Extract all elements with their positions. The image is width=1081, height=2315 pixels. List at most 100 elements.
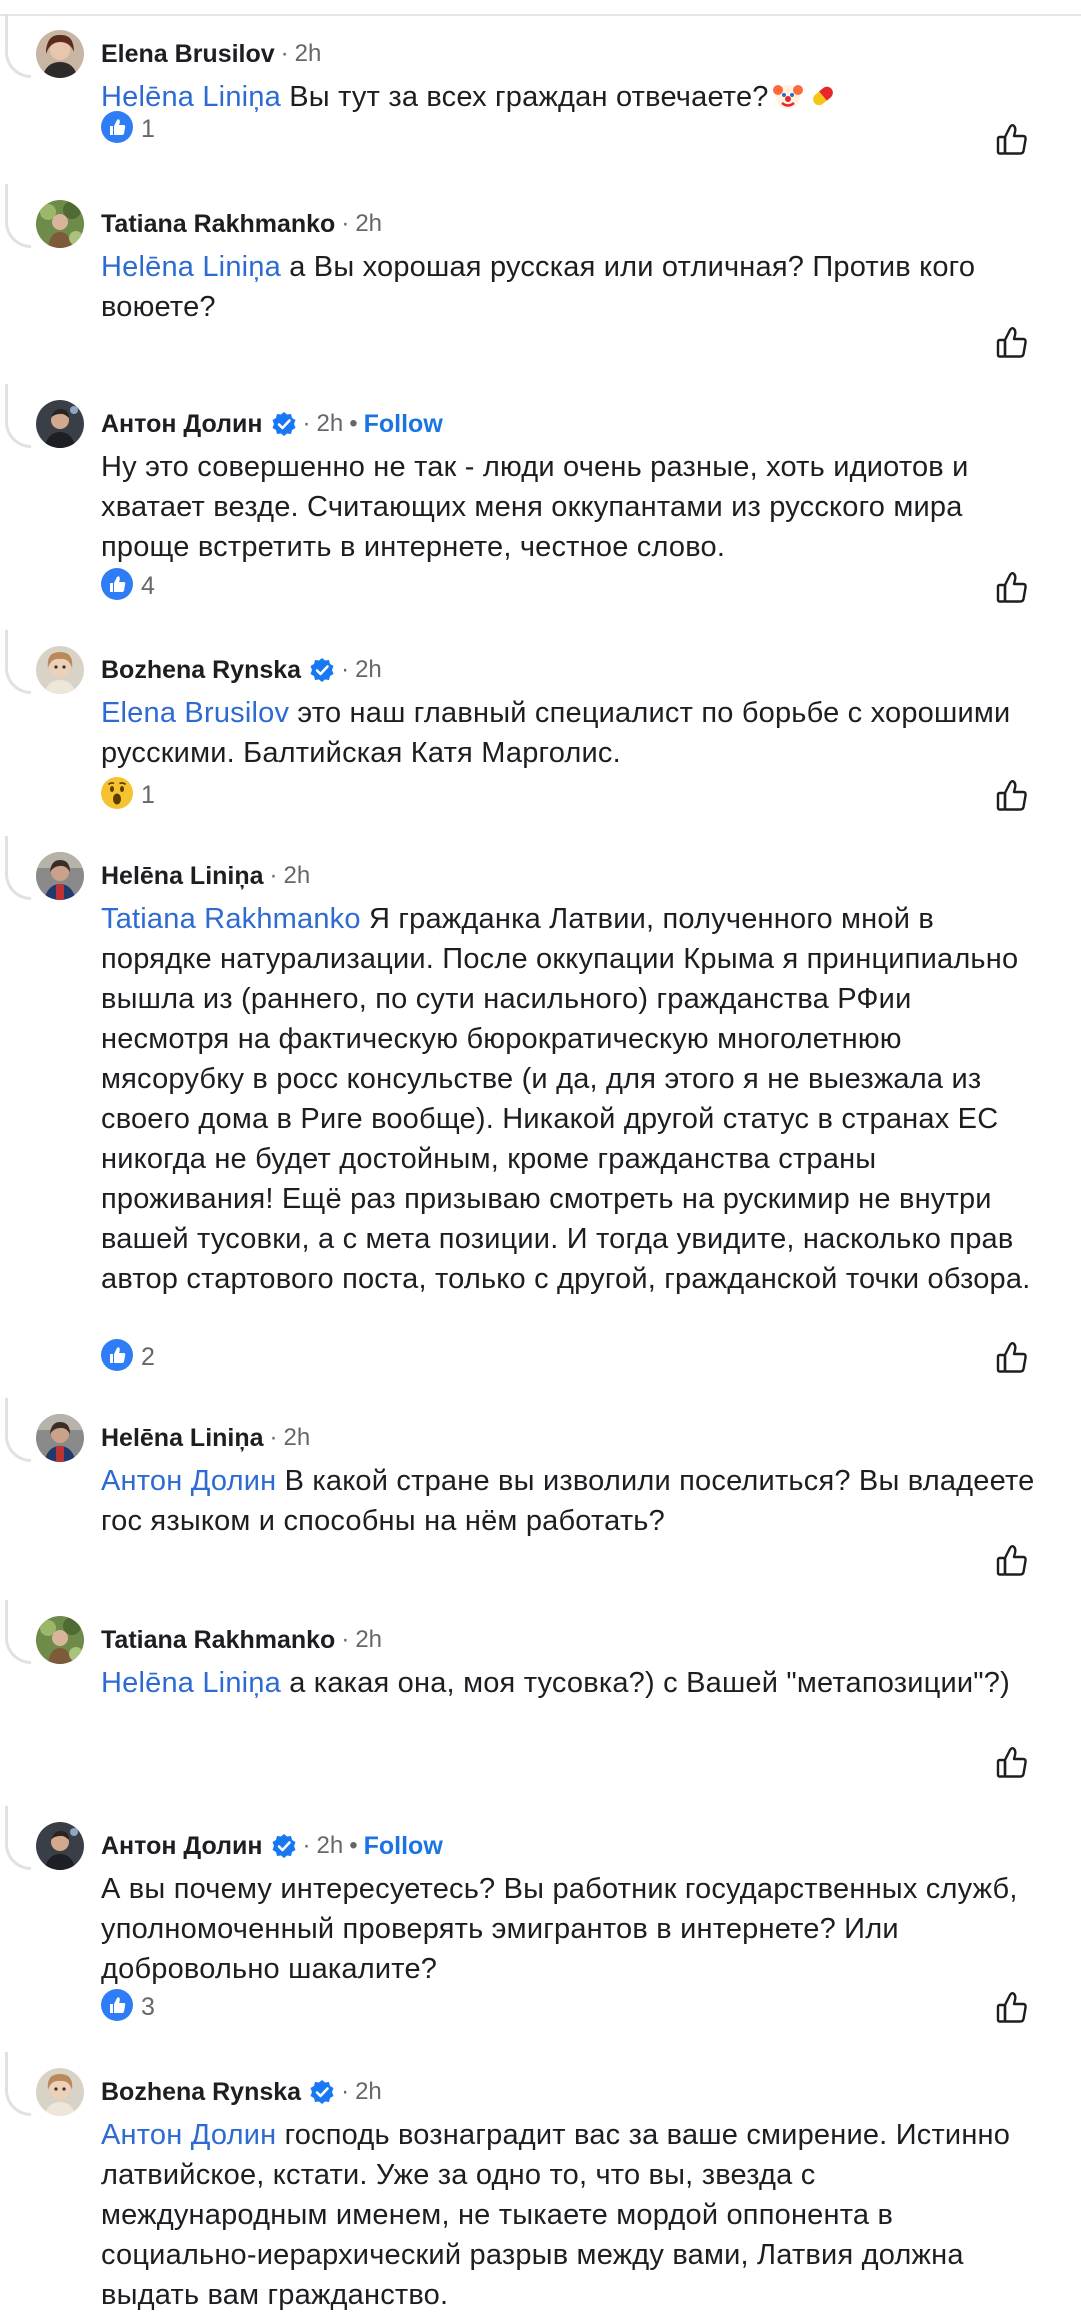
mention-link[interactable]: Helēna Liniņa (101, 251, 281, 283)
comment-header: Elena Brusilov · 2h (101, 36, 321, 72)
separator-dot: · (280, 40, 289, 67)
separator-dot: • (349, 1832, 358, 1859)
author-name[interactable]: Helēna Liniņa (101, 862, 264, 891)
mention-link[interactable]: Helēna Liniņa (101, 1667, 281, 1699)
mention-link[interactable]: Helēna Liniņa (101, 81, 281, 113)
comment-text: Helēna Liniņa а Вы хорошая русская или о… (101, 247, 1041, 327)
timestamp[interactable]: 2h (284, 1424, 311, 1452)
author-name[interactable]: Bozhena Rynska (101, 2078, 301, 2107)
thread-connector-line (5, 14, 31, 78)
comment-header: Tatiana Rakhmanko · 2h (101, 206, 382, 242)
clown-face-icon (772, 80, 804, 123)
avatar[interactable] (36, 400, 84, 448)
like-button-icon[interactable] (994, 1543, 1030, 1579)
author-name[interactable]: Антон Долин (101, 410, 263, 439)
author-name[interactable]: Elena Brusilov (101, 40, 275, 69)
avatar[interactable] (36, 852, 84, 900)
author-name[interactable]: Антон Долин (101, 1832, 263, 1861)
comment-body-text: А вы почему интересуетесь? Вы работник г… (101, 1873, 1018, 1985)
follow-button[interactable]: Follow (364, 1832, 443, 1861)
author-name[interactable]: Bozhena Rynska (101, 656, 301, 685)
like-button-icon[interactable] (994, 778, 1030, 814)
mention-link[interactable]: Elena Brusilov (101, 697, 289, 729)
separator-dot: · (269, 1424, 278, 1451)
avatar[interactable] (36, 200, 84, 248)
separator-dot: · (341, 2078, 350, 2105)
timestamp[interactable]: 2h (284, 862, 311, 890)
comment-body-text: Ну это совершенно не так - люди очень ра… (101, 451, 969, 563)
timestamp[interactable]: 2h (355, 656, 382, 684)
comment-body-text: Я гражданка Латвии, полученного мной в п… (101, 903, 1031, 1295)
like-reaction-icon (101, 1338, 133, 1376)
avatar[interactable] (36, 1822, 84, 1870)
timestamp[interactable]: 2h (355, 1626, 382, 1654)
like-button-icon[interactable] (994, 325, 1030, 361)
thread-connector-line (5, 1806, 31, 1870)
separator-dot: · (302, 410, 311, 437)
reaction-summary[interactable]: 1 (101, 776, 155, 814)
like-button-icon[interactable] (994, 570, 1030, 606)
separator-dot: • (349, 410, 358, 437)
separator-dot: · (302, 1832, 311, 1859)
comment-header: Helēna Liniņa · 2h (101, 1420, 310, 1456)
separator-dot: · (341, 1626, 350, 1653)
reaction-summary[interactable]: 4 (101, 567, 155, 605)
mention-link[interactable]: Антон Долин (101, 1465, 276, 1497)
avatar[interactable] (36, 2068, 84, 2116)
avatar[interactable] (36, 1616, 84, 1664)
reaction-count: 1 (141, 114, 155, 143)
like-button-icon[interactable] (994, 1745, 1030, 1781)
separator-dot: · (341, 656, 350, 683)
comment-text: Elena Brusilov это наш главный специалис… (101, 693, 1041, 773)
comment-header: Tatiana Rakhmanko · 2h (101, 1622, 382, 1658)
timestamp[interactable]: 2h (317, 410, 344, 438)
comment-header: Helēna Liniņa · 2h (101, 858, 310, 894)
mention-link[interactable]: Антон Долин (101, 2119, 276, 2151)
mention-link[interactable]: Tatiana Rakhmanko (101, 903, 361, 935)
comment-text: Антон Долин господь вознаградит вас за в… (101, 2115, 1041, 2315)
like-reaction-icon (101, 567, 133, 605)
reaction-summary[interactable]: 2 (101, 1338, 155, 1376)
follow-button[interactable]: Follow (364, 410, 443, 439)
thread-connector-line (5, 630, 31, 694)
author-name[interactable]: Tatiana Rakhmanko (101, 1626, 335, 1655)
comment-body-text: а какая она, моя тусовка?) с Вашей "мета… (280, 1667, 1010, 1699)
timestamp[interactable]: 2h (295, 40, 322, 68)
comment-header: Антон Долин · 2h • Follow (101, 406, 443, 442)
comment-header: Bozhena Rynska · 2h (101, 2074, 382, 2110)
avatar[interactable] (36, 30, 84, 78)
timestamp[interactable]: 2h (355, 2078, 382, 2106)
timestamp[interactable]: 2h (355, 210, 382, 238)
avatar[interactable] (36, 646, 84, 694)
comment-text: А вы почему интересуетесь? Вы работник г… (101, 1869, 1041, 1989)
like-button-icon[interactable] (994, 1990, 1030, 2026)
comment-header: Антон Долин · 2h • Follow (101, 1828, 443, 1864)
reaction-summary[interactable]: 1 (101, 110, 155, 148)
comment-text: Tatiana Rakhmanko Я гражданка Латвии, по… (101, 899, 1041, 1299)
thread-connector-line (5, 1600, 31, 1664)
comment-text: Helēna Liniņa а какая она, моя тусовка?)… (101, 1663, 1041, 1703)
reaction-count: 2 (141, 1342, 155, 1371)
timestamp[interactable]: 2h (317, 1832, 344, 1860)
reaction-count: 3 (141, 1992, 155, 2021)
verified-badge-icon (271, 1833, 297, 1859)
verified-badge-icon (309, 657, 335, 683)
verified-badge-icon (271, 411, 297, 437)
avatar[interactable] (36, 1414, 84, 1462)
wow-reaction-icon (101, 776, 133, 814)
comment-text: Helēna Liniņa Вы тут за всех граждан отв… (101, 77, 1041, 123)
thread-connector-line (5, 384, 31, 448)
like-button-icon[interactable] (994, 122, 1030, 158)
author-name[interactable]: Tatiana Rakhmanko (101, 210, 335, 239)
comment-body-text: Вы тут за всех граждан отвечаете? (280, 81, 769, 113)
like-button-icon[interactable] (994, 1340, 1030, 1376)
reaction-summary[interactable]: 3 (101, 1988, 155, 2025)
thread-connector-line (5, 2052, 31, 2116)
reaction-count: 1 (141, 780, 155, 809)
like-reaction-icon (101, 110, 133, 148)
author-name[interactable]: Helēna Liniņa (101, 1424, 264, 1453)
separator-dot: · (269, 862, 278, 889)
reaction-count: 4 (141, 571, 155, 600)
verified-badge-icon (309, 2079, 335, 2105)
separator-dot: · (341, 210, 350, 237)
